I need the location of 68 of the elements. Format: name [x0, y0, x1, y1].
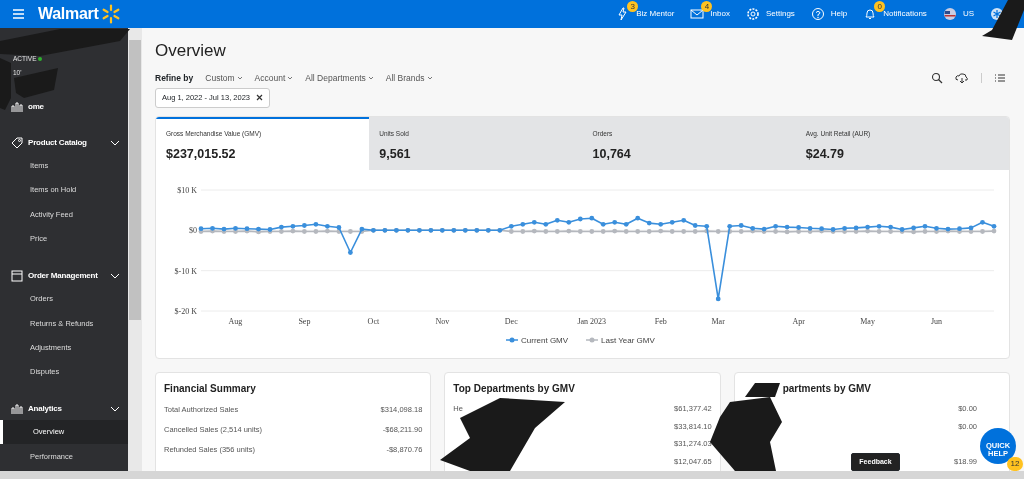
flag-icon[interactable]	[942, 7, 957, 21]
metric-value: $237,015.52	[166, 146, 237, 164]
card-title: partments by GMV	[782, 382, 871, 396]
nav-link[interactable]: ome	[28, 100, 120, 113]
redaction-mark	[0, 58, 11, 110]
metric-value: $24.79	[805, 146, 845, 164]
caret-icon	[426, 74, 433, 81]
axis-label: May	[860, 317, 875, 326]
box-icon[interactable]	[10, 269, 23, 283]
metric-value: 9,561	[379, 146, 412, 164]
legend-marker	[505, 337, 519, 343]
axis-label: Jun	[930, 317, 943, 326]
axis-label: $-10 K	[174, 266, 197, 276]
axis-label: Aug	[228, 317, 243, 326]
caret-icon	[236, 74, 243, 81]
page-title: Overview	[155, 40, 227, 62]
help-icon[interactable]	[810, 7, 825, 21]
axis-label: Apr	[792, 317, 805, 326]
metric-value: 10,764	[592, 146, 632, 164]
scrollbar-thumb[interactable]	[129, 40, 141, 320]
settings-icon[interactable]	[745, 7, 760, 21]
horizontal-scrollbar[interactable]	[0, 471, 1024, 479]
bell-icon[interactable]	[863, 7, 878, 21]
axis-label: $-20 K	[174, 307, 197, 316]
legend-label: Current GMV	[521, 336, 569, 345]
tag-icon[interactable]	[10, 136, 23, 149]
caret-icon	[287, 74, 294, 81]
filter-label: Refine by	[155, 71, 194, 85]
notification-badge: 4	[701, 1, 713, 12]
axis-label: Feb	[654, 317, 667, 326]
axis-label: $0	[189, 226, 197, 236]
filter-dropdown[interactable]: Account	[254, 71, 294, 85]
filter-dropdown[interactable]: All Brands	[385, 71, 433, 85]
logo-text[interactable]: Walmart	[38, 2, 99, 26]
legend-label: Last Year GMV	[601, 336, 655, 345]
nav-group-label[interactable]: Order Management	[28, 269, 105, 282]
help-badge: 12	[1007, 457, 1023, 471]
axis-label: $10 K	[177, 186, 197, 195]
card-title: Financial Summary	[164, 382, 257, 396]
nav-group-label[interactable]: Analytics	[28, 402, 105, 415]
notification-badge: 3	[627, 1, 639, 12]
redaction-mark	[14, 68, 58, 98]
redaction-mark	[982, 0, 1024, 40]
axis-label: Mar	[711, 317, 725, 326]
nav-link[interactable]: Settings	[765, 8, 795, 20]
card-title: Top Departments by GMV	[453, 382, 576, 396]
axis-label: Nov	[435, 317, 450, 326]
nav-link[interactable]: Help	[830, 8, 848, 20]
nav-group-label[interactable]: Product Catalog	[28, 136, 105, 149]
nav-link[interactable]: Notifications	[883, 8, 927, 20]
axis-label: Sep	[298, 317, 311, 326]
envelope-icon[interactable]	[690, 7, 705, 21]
legend-marker	[585, 337, 599, 343]
notification-badge: 0	[874, 1, 886, 12]
axis-label: Oct	[367, 317, 380, 326]
axis-label: Jan 2023	[577, 317, 607, 326]
filter-dropdown[interactable]: Custom	[205, 71, 243, 85]
axis-label: Dec	[504, 317, 518, 326]
filter-dropdown[interactable]: All Departments	[305, 71, 374, 85]
cloud-download-icon[interactable]	[955, 71, 969, 84]
country-link[interactable]: US	[962, 8, 974, 20]
close-icon[interactable]	[256, 94, 263, 102]
caret-icon	[367, 74, 374, 81]
nav-link[interactable]: Biz Mentor	[636, 8, 675, 20]
nav-link[interactable]: Inbox	[710, 8, 730, 20]
list-view-icon[interactable]	[994, 71, 1006, 84]
search-icon[interactable]	[931, 71, 943, 84]
spark-logo-icon	[101, 4, 122, 24]
